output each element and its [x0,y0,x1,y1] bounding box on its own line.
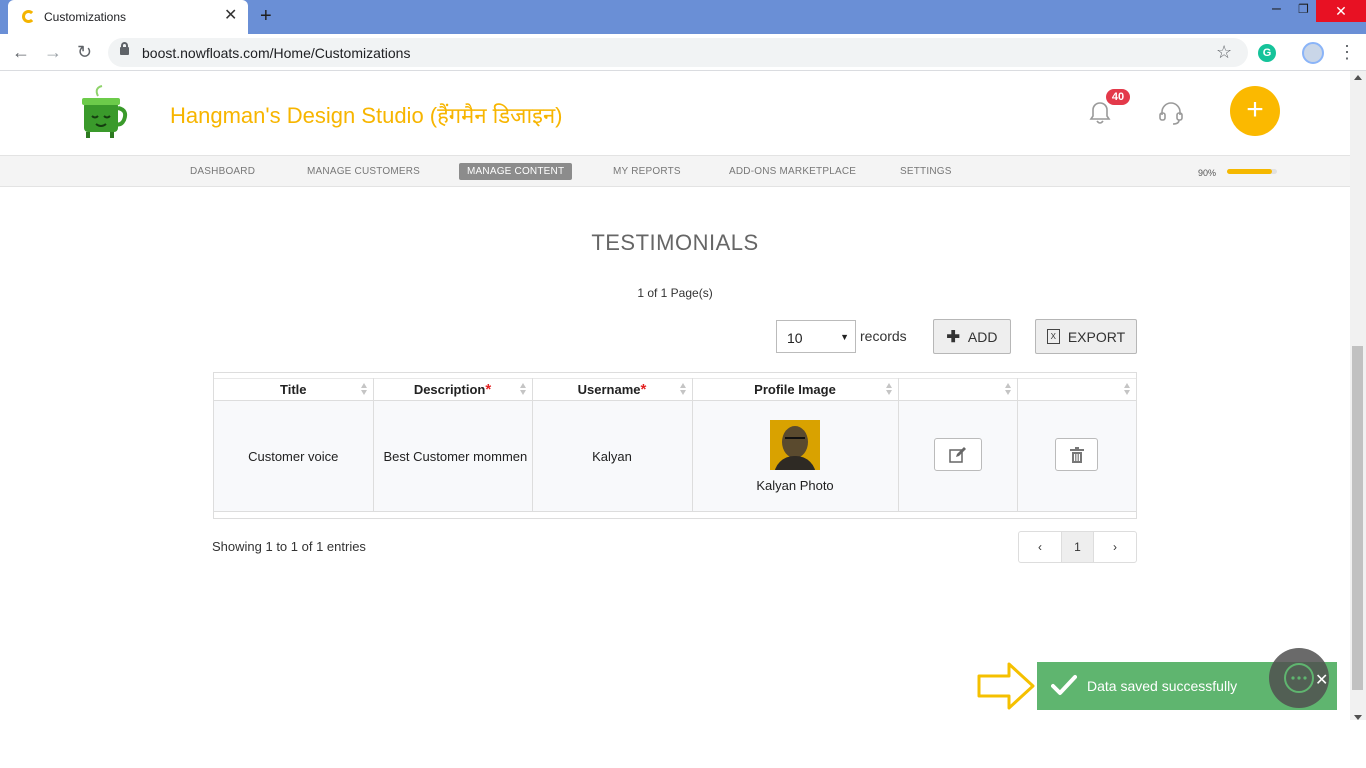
testimonials-table: Title Description* Username* Profile Ima… [213,372,1137,519]
pagination-page-1[interactable]: 1 [1062,532,1094,562]
header-label: Description [413,382,486,397]
browser-tab-bar: Customizations ✕ + – ❐ ✕ [0,0,1366,34]
window-close-icon[interactable]: ✕ [1316,0,1366,22]
omnibox[interactable]: boost.nowfloats.com/Home/Customizations … [108,38,1248,67]
column-header-title[interactable]: Title [214,378,374,401]
profile-photo [770,419,820,470]
sort-icon[interactable] [1124,383,1131,396]
pagination-prev[interactable]: ‹ [1019,532,1062,562]
plus-icon: ✚ [946,328,960,346]
scroll-up-arrow-icon[interactable] [1354,75,1362,80]
address-bar: ← → ↻ boost.nowfloats.com/Home/Customiza… [0,34,1366,71]
photo-body [774,455,816,470]
records-per-page-select[interactable]: 10 ▼ [776,320,856,353]
grammarly-extension-icon[interactable]: G [1258,44,1276,62]
trash-icon [1069,446,1084,463]
browser-menu-icon[interactable]: ⋮ [1338,42,1356,62]
profile-progress-bar [1227,169,1277,174]
toast-close-icon[interactable]: ✕ [1315,670,1328,690]
bottom-strip [0,720,1366,768]
profile-avatar-icon[interactable] [1302,42,1324,64]
favicon-icon [22,10,35,23]
minimize-icon[interactable]: – [1272,0,1281,18]
cell-username: Kalyan [532,400,693,512]
cell-title: Customer voice [214,400,374,512]
export-button-label: EXPORT [1067,328,1126,345]
dropdown-caret-icon: ▼ [840,332,849,342]
menu-my-reports[interactable]: MY REPORTS [613,166,681,177]
edit-button[interactable] [933,438,982,471]
check-icon [1051,675,1077,695]
header-label: Profile Image [754,382,836,397]
add-button-label: ADD [967,328,998,345]
cell-profile-image: Kalyan Photo [692,400,899,512]
reload-icon[interactable]: ↻ [77,42,92,62]
cell-edit [898,400,1018,512]
pages-info: 1 of 1 Page(s) [637,286,713,300]
menu-add-ons-marketplace[interactable]: ADD-ONS MARKETPLACE [729,166,856,177]
sort-icon[interactable] [519,383,527,396]
sort-icon[interactable] [1004,383,1012,396]
plus-icon[interactable]: + [1230,86,1280,136]
notification-badge: 40 [1106,89,1130,105]
headset-icon[interactable] [1158,100,1184,126]
scroll-thumb[interactable] [1352,346,1363,690]
arrow-callout-icon [976,660,1038,712]
records-label: records [860,328,907,344]
table-header-row: Title Description* Username* Profile Ima… [214,378,1136,401]
menu-manage-content[interactable]: MANAGE CONTENT [459,163,573,180]
profile-progress-label: 90% [1198,168,1217,178]
column-header-edit[interactable] [898,378,1018,401]
records-select-value: 10 [787,330,803,346]
profile-photo-label: Kalyan Photo [756,477,834,493]
sort-icon[interactable] [885,383,893,396]
required-marker: * [485,381,492,398]
excel-icon: X [1046,329,1060,344]
required-marker: * [640,381,647,398]
new-tab-icon[interactable]: + [260,5,272,27]
export-button[interactable]: X EXPORT [1035,319,1137,354]
back-arrow-icon[interactable]: ← [12,42,30,62]
cell-description: Best Customer mommen [373,400,533,512]
browser-tab[interactable]: Customizations ✕ [8,0,248,34]
column-header-delete[interactable] [1017,378,1136,401]
tab-close-icon[interactable]: ✕ [224,7,237,25]
business-name[interactable]: Hangman's Design Studio (हैंगमैन डिजाइन) [170,100,563,130]
cell-delete [1017,400,1136,512]
entries-info: Showing 1 to 1 of 1 entries [212,539,366,554]
menu-dashboard[interactable]: DASHBOARD [190,166,255,177]
sort-icon[interactable] [679,383,687,396]
add-button[interactable]: ✚ ADD [933,319,1011,354]
menu-settings[interactable]: SETTINGS [900,166,952,177]
url-text[interactable]: boost.nowfloats.com/Home/Customizations [142,45,410,61]
bell-icon[interactable] [1088,100,1112,126]
description-text: Best Customer mommen [383,448,528,464]
profile-progress-fill [1227,169,1272,174]
main-menu: DASHBOARD MANAGE CUSTOMERS MANAGE CONTEN… [0,155,1350,187]
column-header-profile-image[interactable]: Profile Image [692,378,899,401]
photo-glasses [785,436,805,441]
delete-button[interactable] [1055,438,1099,471]
menu-manage-customers[interactable]: MANAGE CUSTOMERS [307,166,420,177]
page-title: TESTIMONIALS [591,230,759,255]
table-row: Customer voice Best Customer mommen Kaly… [214,400,1136,512]
header-label: Title [280,382,307,397]
edit-icon [948,446,966,463]
page-scrollbar[interactable] [1350,71,1366,720]
brand-logo[interactable] [70,84,140,142]
pagination-next[interactable]: › [1094,532,1136,562]
sort-icon[interactable] [360,383,368,396]
column-header-username[interactable]: Username* [532,378,693,401]
header-label: Username [577,382,641,397]
photo-head [782,425,808,458]
toast-message: Data saved successfully [1087,678,1238,694]
lock-icon [120,42,129,55]
pagination: ‹ 1 › [1018,531,1137,563]
tab-title: Customizations [44,10,127,24]
bookmark-star-icon[interactable]: ☆ [1216,42,1232,63]
column-header-description[interactable]: Description* [373,378,533,401]
restore-icon[interactable]: ❐ [1298,2,1309,16]
forward-arrow-icon[interactable]: → [44,42,62,62]
